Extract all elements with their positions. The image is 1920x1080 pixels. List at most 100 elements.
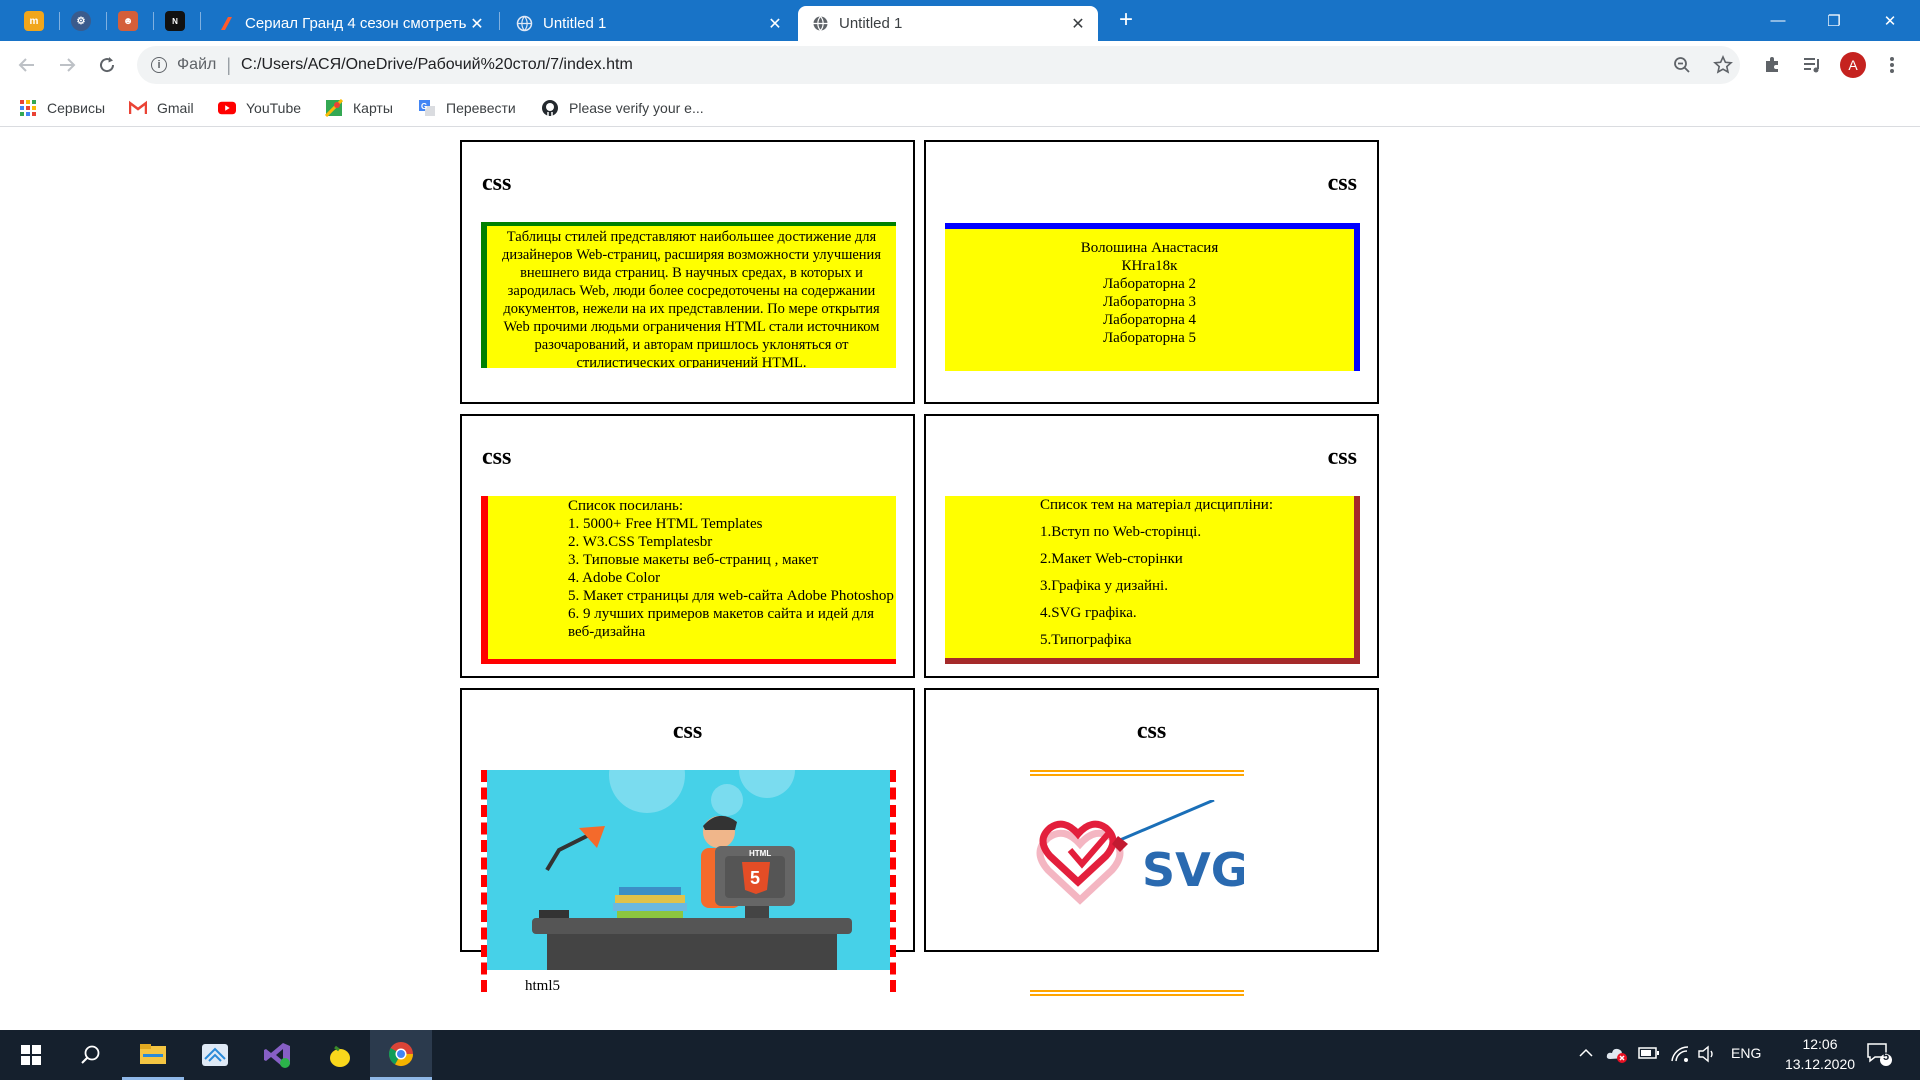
top-double-line xyxy=(1030,770,1244,776)
card-heading: css xyxy=(1327,444,1357,470)
input-language[interactable]: ENG xyxy=(1731,1045,1761,1061)
globe-settings-icon: ⚙ xyxy=(71,11,91,31)
url-separator: | xyxy=(226,54,232,75)
extensions-puzzle-icon[interactable] xyxy=(1760,53,1784,77)
taskbar-chrome[interactable] xyxy=(370,1030,432,1080)
bookmark-gmail[interactable]: Gmail xyxy=(129,96,194,120)
tab-serial[interactable]: Сериал Гранд 4 сезон смотреть ✕ xyxy=(204,6,497,41)
link-item[interactable]: 5. Макет страницы для web-сайта Adobe Ph… xyxy=(568,587,896,605)
forward-button[interactable] xyxy=(53,51,81,79)
browser-toolbar: i Файл | C:/Users/АСЯ/OneDrive/Рабочий%2… xyxy=(0,41,1920,89)
new-tab-button[interactable]: + xyxy=(1114,8,1138,32)
pinned-tab-3[interactable]: ☻ xyxy=(108,6,148,36)
browser-tab-strip: m ⚙ ☻ N Сериал Гранд 4 сезон смотреть ✕ … xyxy=(0,0,1920,41)
bookmark-label: YouTube xyxy=(246,100,302,116)
svg-text:5: 5 xyxy=(750,868,760,888)
links-list-box: Список посилань: 1. 5000+ Free HTML Temp… xyxy=(481,496,896,664)
notification-center-button[interactable]: 5 xyxy=(1866,1042,1892,1069)
start-button[interactable] xyxy=(0,1030,62,1080)
minimize-button[interactable]: — xyxy=(1750,0,1806,41)
search-button[interactable] xyxy=(60,1030,122,1080)
card-student-info: css Волошина Анастасия КНга18к Лаборатор… xyxy=(924,140,1379,404)
link-item[interactable]: 6. 9 лучших примеров макетов сайта и иде… xyxy=(568,605,896,641)
web-page: css Таблицы стилей представляют наибольш… xyxy=(0,128,1920,1030)
clock[interactable]: 12:06 13.12.2020 xyxy=(1780,1034,1860,1074)
lab-item: Лабораторна 3 xyxy=(1102,294,1197,310)
link-item[interactable]: 4. Adobe Color xyxy=(568,569,896,587)
zoom-icon[interactable] xyxy=(1670,53,1694,77)
card-heading: css xyxy=(482,170,512,196)
taskbar-lemon-app[interactable] xyxy=(308,1030,370,1080)
pinned-tab-4[interactable]: N xyxy=(155,6,195,36)
close-window-button[interactable]: ✕ xyxy=(1862,0,1918,41)
card-html5-image: css HTML 5 html5 xyxy=(460,688,915,994)
volume-icon[interactable] xyxy=(1697,1045,1717,1066)
clock-time: 12:06 xyxy=(1802,1036,1838,1052)
taskbar-network-app[interactable] xyxy=(184,1030,246,1080)
media-queue-icon[interactable] xyxy=(1800,53,1824,77)
translate-icon: G xyxy=(419,100,435,116)
bookmark-translate[interactable]: G Перевести xyxy=(418,96,516,120)
bookmark-label: Перевести xyxy=(446,100,516,116)
reload-button[interactable] xyxy=(93,51,121,79)
card-heading: css xyxy=(1136,718,1167,744)
card-heading: css xyxy=(672,718,703,744)
tab-untitled-1-active[interactable]: Untitled 1 ✕ xyxy=(798,6,1098,41)
tab-title: Untitled 1 xyxy=(543,15,607,32)
close-tab-icon[interactable]: ✕ xyxy=(765,14,785,34)
profile-avatar[interactable]: A xyxy=(1840,52,1866,78)
svg-logo-text: SVG xyxy=(1142,843,1244,897)
topic-item: 5.Типографіка xyxy=(1040,632,1132,648)
tab-untitled-1[interactable]: Untitled 1 ✕ xyxy=(502,6,795,41)
mascot-icon: ☻ xyxy=(118,11,138,31)
address-bar[interactable]: i Файл | C:/Users/АСЯ/OneDrive/Рабочий%2… xyxy=(137,46,1740,84)
windows-start-icon xyxy=(21,1045,41,1065)
bookmark-services[interactable]: Сервисы xyxy=(19,96,105,120)
taskbar-file-explorer[interactable] xyxy=(122,1030,184,1080)
developer-illustration-image: HTML 5 xyxy=(487,737,890,970)
pinned-tab-1[interactable]: m xyxy=(14,6,54,36)
close-tab-icon[interactable]: ✕ xyxy=(467,14,487,34)
back-button[interactable] xyxy=(13,51,41,79)
kebab-menu-icon[interactable] xyxy=(1880,53,1904,77)
visual-studio-icon xyxy=(264,1043,290,1068)
link-item[interactable]: 3. Типовые макеты веб-страниц , макет xyxy=(568,551,896,569)
site-info-icon[interactable]: i xyxy=(151,57,167,73)
onedrive-error-icon[interactable] xyxy=(1606,1045,1628,1066)
tab-title: Untitled 1 xyxy=(839,15,903,32)
topic-item: 2.Макет Web-сторінки xyxy=(1040,551,1183,567)
battery-icon[interactable] xyxy=(1638,1045,1660,1064)
url-scheme-label: Файл xyxy=(177,56,217,73)
tab-separator xyxy=(153,12,154,30)
search-icon xyxy=(81,1045,100,1064)
card-heading: css xyxy=(482,444,512,470)
lab-item: Лабораторна 2 xyxy=(1102,276,1197,292)
svg-text:G: G xyxy=(421,102,427,111)
student-name: Волошина Анастасия xyxy=(1080,240,1219,256)
url-text[interactable]: C:/Users/АСЯ/OneDrive/Рабочий%20стол/7/i… xyxy=(241,56,633,74)
card-links-list: css Список посилань: 1. 5000+ Free HTML … xyxy=(460,414,915,678)
tab-separator xyxy=(499,12,500,30)
bookmark-label: Карты xyxy=(353,100,393,116)
network-app-icon xyxy=(202,1044,228,1066)
youtube-icon xyxy=(218,101,236,115)
bookmark-label: Please verify your e... xyxy=(569,100,704,116)
tab-separator xyxy=(106,12,107,30)
link-item[interactable]: 2. W3.CSS Templatesbr xyxy=(568,533,896,551)
back-arrow-icon xyxy=(18,58,34,72)
taskbar-visual-studio[interactable] xyxy=(246,1030,308,1080)
show-hidden-icons-chevron[interactable] xyxy=(1578,1045,1594,1064)
bookmark-github[interactable]: Please verify your e... xyxy=(541,96,704,120)
github-icon xyxy=(542,100,558,116)
wifi-icon[interactable] xyxy=(1670,1045,1690,1066)
pinned-tab-2[interactable]: ⚙ xyxy=(61,6,101,36)
bookmark-maps[interactable]: Карты xyxy=(325,96,393,120)
bookmark-star-icon[interactable] xyxy=(1711,53,1735,77)
restore-button[interactable]: ❐ xyxy=(1806,0,1862,41)
bottom-double-line xyxy=(1030,990,1244,996)
close-tab-icon[interactable]: ✕ xyxy=(1068,14,1088,34)
bookmark-youtube[interactable]: YouTube xyxy=(218,96,301,120)
links-list-title: Список посилань: xyxy=(568,498,684,514)
chrome-icon xyxy=(388,1041,413,1066)
link-item[interactable]: 1. 5000+ Free HTML Templates xyxy=(568,515,896,533)
